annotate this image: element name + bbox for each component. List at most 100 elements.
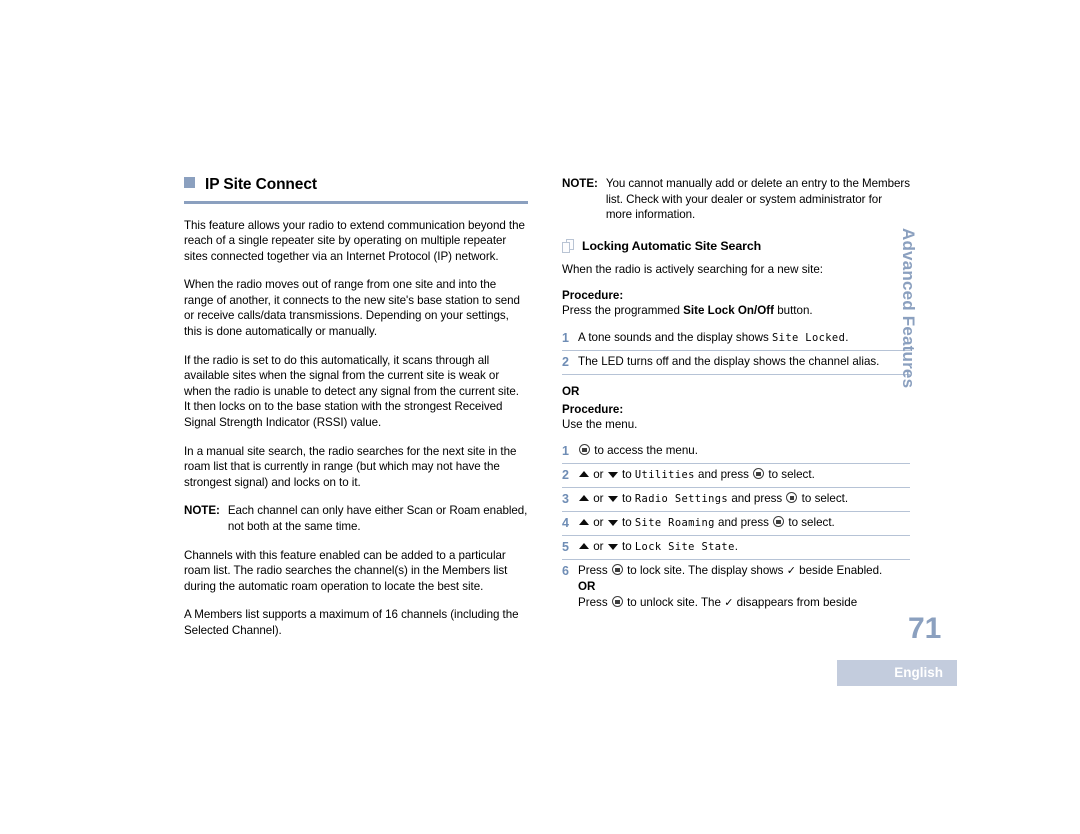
step-text: or to Site Roaming and press to select. [578,515,910,531]
step-number: 5 [562,540,569,555]
step-text-tail: to select. [798,492,849,506]
step-text-mid: and press [714,516,773,530]
step-line-2-prefix: Press [578,596,611,610]
step-text: A tone sounds and the display shows Site… [578,330,910,346]
note-block: NOTE: Each channel can only have either … [184,503,528,534]
square-bullet-icon [184,177,195,188]
menu-button-icon [611,564,623,576]
step-number: 2 [562,354,569,369]
menu-item-text: Site Roaming [634,517,715,530]
step-number: 2 [562,468,569,483]
step-item: 3 or to Radio Settings and press to sele… [562,488,910,513]
arrow-up-icon [579,543,589,550]
step-number: 3 [562,492,569,507]
step-text: Press to lock site. The display shows ✓ … [578,563,910,611]
step-line-1-prefix: Press [578,564,611,578]
display-text: Site Locked [772,331,846,344]
to-word: to [622,468,635,482]
page-title: IP Site Connect [205,176,317,193]
procedure-label: Procedure: [562,289,624,303]
step-line-1: Press to lock site. The display shows ✓ … [578,564,882,577]
paragraph: When the radio moves out of range from o… [184,278,520,339]
step-text: or to Radio Settings and press to select… [578,491,910,507]
heading-rule [184,201,528,204]
paragraph: Channels with this feature enabled can b… [184,548,508,593]
step-number: 1 [562,330,569,345]
checkmark-icon: ✓ [786,565,796,578]
or-word: or [593,540,604,554]
step-text: The LED turns off and the display shows … [578,354,880,368]
arrow-down-icon [607,520,618,527]
paragraph: If the radio is set to do this automatic… [184,353,519,430]
left-column: IP Site Connect This feature allows your… [184,176,528,639]
note-label: NOTE: [562,177,598,190]
step-line-1-mid: to lock site. The display shows [623,564,787,578]
subsection-lead: When the radio is actively searching for… [562,262,823,276]
right-column: NOTE: You cannot manually add or delete … [562,176,910,615]
subsection-title: Locking Automatic Site Search [582,238,762,253]
note-label: NOTE: [184,504,220,518]
step-number: 1 [562,444,569,459]
arrow-down-icon [607,544,618,551]
step-number: 4 [562,516,569,531]
step-item: 1 A tone sounds and the display shows Si… [562,327,910,351]
arrow-up-icon [579,471,589,478]
step-text-body: to access the menu. [591,444,698,458]
step-line-2-suffix: disappears from beside [733,596,858,610]
subsection-heading: Locking Automatic Site Search [562,238,910,253]
menu-button-icon [579,444,590,456]
chapter-side-tab: Advanced Features [899,228,918,389]
step-text: or to Utilities and press to select. [578,467,910,483]
procedure-intro: Press the programmed Site Lock On/Off bu… [562,303,910,319]
button-name-bold: Site Lock On/Off [683,304,774,318]
paragraph: A Members list supports a maximum of 16 … [184,608,519,637]
step-number: 6 [562,564,569,579]
procedure-label: Procedure: [562,402,624,416]
to-word: to [622,516,635,530]
step-item: 1 to access the menu. [562,440,910,465]
or-separator: OR [562,384,580,398]
step-text: to access the menu. [578,443,910,459]
step-line-2-mid: to unlock site. The [623,596,725,610]
arrow-up-icon [579,519,589,526]
menu-button-icon [611,596,623,608]
step-text-mid: and press [728,492,786,506]
procedure-intro-suffix: button. [773,304,813,318]
section-heading: IP Site Connect [184,176,528,194]
step-text-suffix: . [845,330,849,344]
or-separator-inline: OR [578,580,596,594]
menu-item-text: Lock Site State [634,541,735,554]
menu-item-text: Radio Settings [634,493,729,506]
step-line-1-suffix: beside Enabled. [795,564,883,578]
note-block: NOTE: You cannot manually add or delete … [562,176,910,223]
step-item: 2 The LED turns off and the display show… [562,351,910,375]
step-text-mid: and press [694,468,753,482]
language-tab: English [837,660,957,686]
step-text-tail: to select. [765,468,815,482]
language-tab-label: English [894,665,943,680]
step-text: or to Lock Site State. [578,539,910,555]
or-word: or [593,516,604,530]
or-word: or [593,492,604,506]
paragraph: This feature allows your radio to extend… [184,218,525,263]
procedure-intro-prefix: Press the programmed [562,304,684,318]
note-text: Each channel can only have either Scan o… [227,504,528,533]
step-item: 4 or to Site Roaming and press to select… [562,512,910,537]
to-word: to [622,540,635,554]
to-word: to [622,492,635,506]
step-item: 6 Press to lock site. The display shows … [562,560,910,615]
arrow-down-icon [607,472,618,479]
step-item: 5 or to Lock Site State. [562,536,910,561]
paragraph: In a manual site search, the radio searc… [184,444,517,489]
menu-button-icon [753,468,765,480]
arrow-down-icon [607,496,618,503]
menu-item-text: Utilities [634,469,695,482]
step-text-mid: . [734,540,738,554]
manual-page: IP Site Connect This feature allows your… [0,0,1080,834]
step-text-prefix: A tone sounds and the display shows [578,330,773,344]
procedure-2-steps: 1 to access the menu. 2 or to Utilities … [562,440,910,615]
pages-icon [562,238,574,253]
page-number: 71 [908,612,942,645]
note-text: You cannot manually add or delete an ent… [605,177,910,222]
menu-button-icon [773,516,785,528]
